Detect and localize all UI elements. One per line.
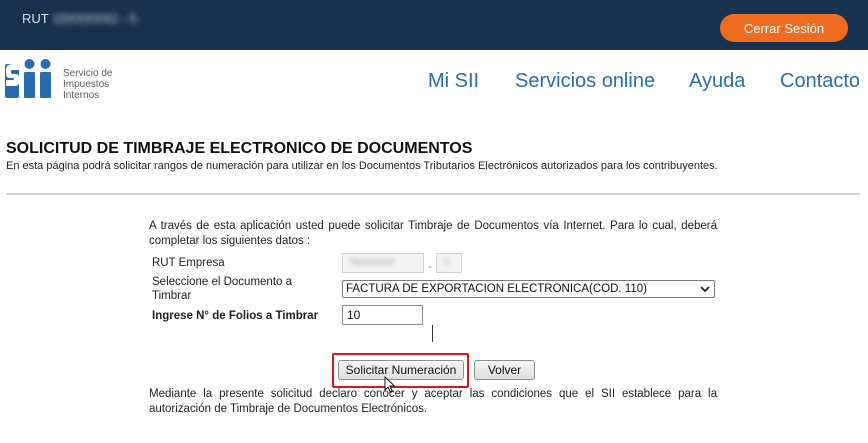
rut-value: 15XXXXX2 - 5: [52, 11, 137, 26]
page-description: En esta página podrá solicitar rangos de…: [6, 160, 718, 172]
text-cursor: [432, 325, 433, 342]
nav-servicios-online[interactable]: Servicios online: [515, 70, 655, 93]
volver-button[interactable]: Volver: [474, 360, 535, 380]
page-title: SOLICITUD DE TIMBRAJE ELECTRONICO DE DOC…: [6, 140, 473, 157]
divider: [6, 193, 860, 195]
rut-label: RUT: [22, 11, 49, 26]
nav-ayuda[interactable]: Ayuda: [689, 70, 745, 93]
document-select[interactable]: FACTURA DE EXPORTACION ELECTRONICA(COD. …: [342, 280, 715, 298]
document-label-line: Seleccione el Documento a: [152, 276, 292, 288]
folios-input[interactable]: 10: [342, 305, 423, 325]
folios-label: Ingrese N° de Folios a Timbrar: [152, 310, 319, 322]
rut-dv-input[interactable]: X: [436, 253, 462, 273]
sii-logo-icon[interactable]: [4, 56, 56, 100]
chevron-down-icon: [700, 286, 710, 293]
rut-dv-value: X: [443, 257, 450, 267]
document-label-line: Timbrar: [152, 290, 192, 302]
rut-empresa-value: 76XXXXXX: [349, 257, 396, 267]
folios-value: 10: [347, 308, 361, 322]
form-intro: A través de esta aplicación usted puede …: [149, 220, 717, 247]
top-bar: RUT 15XXXXX2 - 5 Cerrar Sesión: [0, 0, 868, 50]
declaration-text: Mediante la presente solicitud declaro c…: [149, 388, 717, 415]
logo-text: Servicio de Impuestos Internos: [63, 68, 112, 101]
rut-empresa-label: RUT Empresa: [152, 257, 225, 269]
logout-button[interactable]: Cerrar Sesión: [720, 14, 848, 42]
user-rut: RUT 15XXXXX2 - 5: [22, 11, 137, 26]
nav-mi-sii[interactable]: Mi SII: [428, 70, 479, 93]
logo-line: Internos: [63, 90, 100, 101]
logo-line: Servicio de: [63, 68, 113, 79]
nav-contacto[interactable]: Contacto: [780, 70, 860, 93]
document-selected-value: FACTURA DE EXPORTACION ELECTRONICA(COD. …: [346, 283, 647, 295]
solicitar-numeracion-button[interactable]: Solicitar Numeración: [338, 360, 464, 380]
rut-separator: -: [428, 259, 432, 273]
logo-line: Impuestos: [63, 79, 110, 90]
document-label: Seleccione el Documento a Timbrar: [152, 275, 292, 303]
rut-empresa-input[interactable]: 76XXXXXX: [342, 253, 424, 273]
